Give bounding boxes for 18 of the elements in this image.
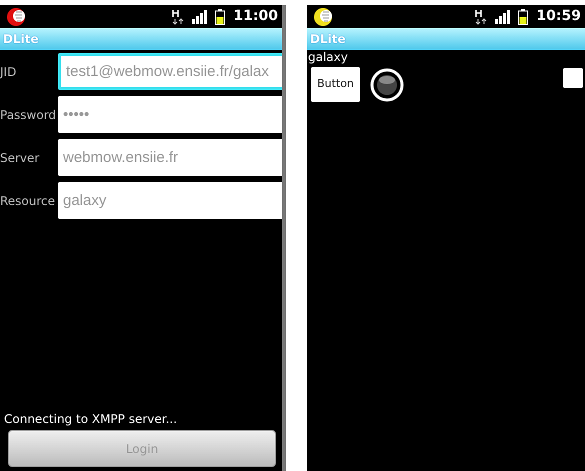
status-time: 10:59	[536, 7, 581, 26]
field-label: Server	[0, 150, 40, 166]
button[interactable]: Button	[311, 67, 360, 102]
app-title-bar: DLite	[0, 28, 282, 50]
status-message: Connecting to XMPP server...	[3, 411, 178, 428]
signal-icon	[192, 9, 208, 24]
radio-toggle[interactable]	[370, 68, 404, 102]
app-title-bar: DLite	[307, 28, 585, 50]
field-label: Resource	[0, 192, 56, 210]
battery-icon	[215, 8, 226, 24]
data-network-icon	[172, 8, 184, 24]
account-label: galaxy	[307, 50, 349, 65]
battery-icon	[518, 8, 528, 24]
status-time: 11:00	[233, 7, 278, 26]
small-button[interactable]	[563, 68, 583, 88]
signal-icon	[495, 9, 510, 24]
field-label: Password	[0, 106, 58, 124]
data-network-icon	[475, 8, 488, 24]
